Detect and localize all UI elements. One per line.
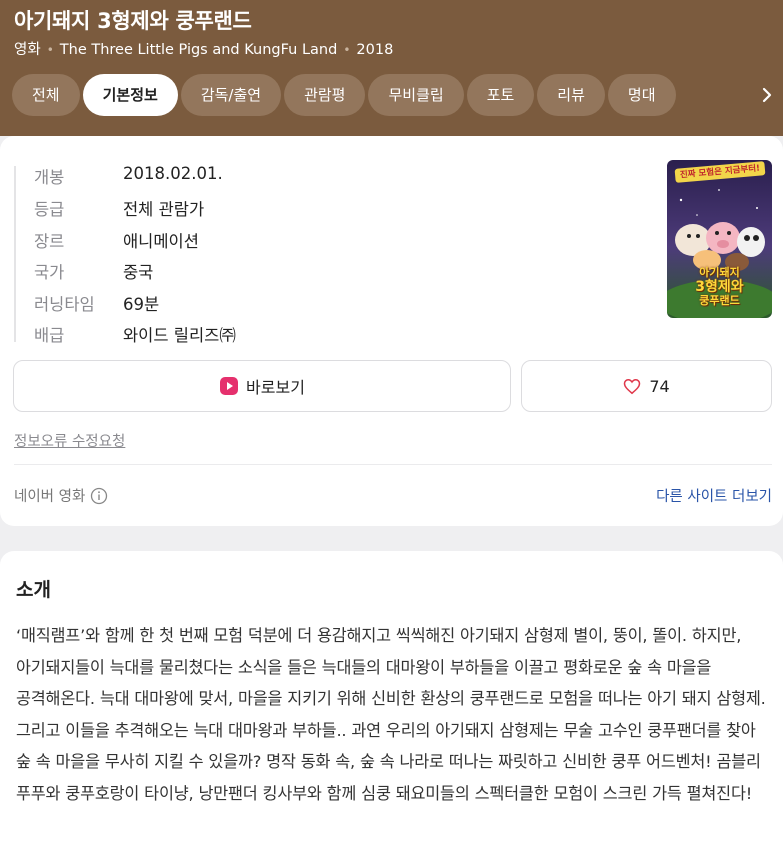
info-value-rating: 전체 관람가 — [123, 200, 205, 219]
tab-bar: 전체 기본정보 감독/출연 관람평 무비클립 포토 리뷰 명대 — [12, 74, 783, 116]
movie-header: 아기돼지 3형제와 쿵푸랜드 영화 • The Three Little Pigs … — [0, 0, 783, 136]
info-label-country: 국가 — [34, 263, 65, 282]
heart-icon — [624, 378, 641, 394]
source-label: 네이버 영화 — [14, 485, 108, 506]
report-error-link[interactable]: 정보오류 수정요청 — [14, 430, 125, 451]
tab-review[interactable]: 리뷰 — [537, 74, 605, 116]
info-label-genre: 장르 — [34, 232, 65, 251]
info-label-distributor: 배급 — [34, 326, 65, 345]
original-title: The Three Little Pigs and KungFu Land — [59, 42, 338, 58]
info-value-runtime: 69분 — [123, 295, 160, 314]
poster-title-line: 쿵푸랜드 — [699, 294, 740, 307]
tab-movie-clips[interactable]: 무비클립 — [368, 74, 464, 116]
info-label-rating: 등급 — [34, 200, 65, 219]
movie-title[interactable]: 아기돼지 3형제와 쿵푸랜드 — [14, 5, 252, 35]
movie-subtitle-line: 영화 • The Three Little Pigs and KungFu Land… — [14, 38, 393, 59]
info-value-release: 2018.02.01. — [123, 164, 223, 183]
synopsis-title: 소개 — [16, 579, 51, 601]
watch-now-label: 바로보기 — [246, 378, 305, 397]
poster-title-line: 아기돼지 — [699, 266, 740, 279]
info-value-country: 중국 — [123, 263, 154, 282]
tab-photos[interactable]: 포토 — [466, 74, 535, 116]
play-icon — [220, 377, 239, 395]
tab-basic-info[interactable]: 기본정보 — [82, 74, 178, 116]
like-button[interactable]: 74 — [521, 360, 772, 412]
chevron-right-icon[interactable] — [757, 80, 777, 110]
source-name: 네이버 영화 — [14, 489, 86, 505]
separator-dot: • — [343, 43, 351, 57]
poster-title-line: 3형제와 — [695, 279, 744, 295]
category-label: 영화 — [14, 42, 41, 58]
info-label-runtime: 러닝타임 — [34, 295, 95, 314]
info-label-release: 개봉 — [34, 168, 65, 187]
info-left-bar — [14, 166, 16, 342]
tab-reviews-rating[interactable]: 관람평 — [284, 74, 366, 116]
info-icon[interactable] — [90, 487, 108, 505]
separator-dot: • — [46, 43, 54, 57]
basic-info-card — [0, 136, 783, 526]
watch-now-button[interactable]: 바로보기 — [13, 360, 511, 412]
tab-famous-lines[interactable]: 명대 — [607, 74, 676, 116]
poster-title: 아기돼지 3형제와 쿵푸랜드 — [667, 266, 772, 308]
synopsis-text: ‘매직램프’와 함께 한 첫 번째 모험 덕분에 더 용감해지고 씩씩해진 아기… — [16, 626, 766, 803]
info-value-distributor: 와이드 릴리즈㈜ — [123, 326, 236, 345]
divider — [14, 464, 772, 465]
like-count: 74 — [649, 376, 670, 396]
info-value-genre: 애니메이션 — [123, 232, 199, 251]
more-sites-link[interactable]: 다른 사이트 더보기 — [656, 485, 772, 506]
tab-all[interactable]: 전체 — [12, 74, 80, 116]
tab-director-cast[interactable]: 감독/출연 — [180, 74, 282, 116]
movie-poster[interactable]: 진짜 모험은 지금부터! 아기돼지 3형제와 쿵푸랜드 — [667, 160, 772, 318]
release-year: 2018 — [356, 42, 394, 58]
